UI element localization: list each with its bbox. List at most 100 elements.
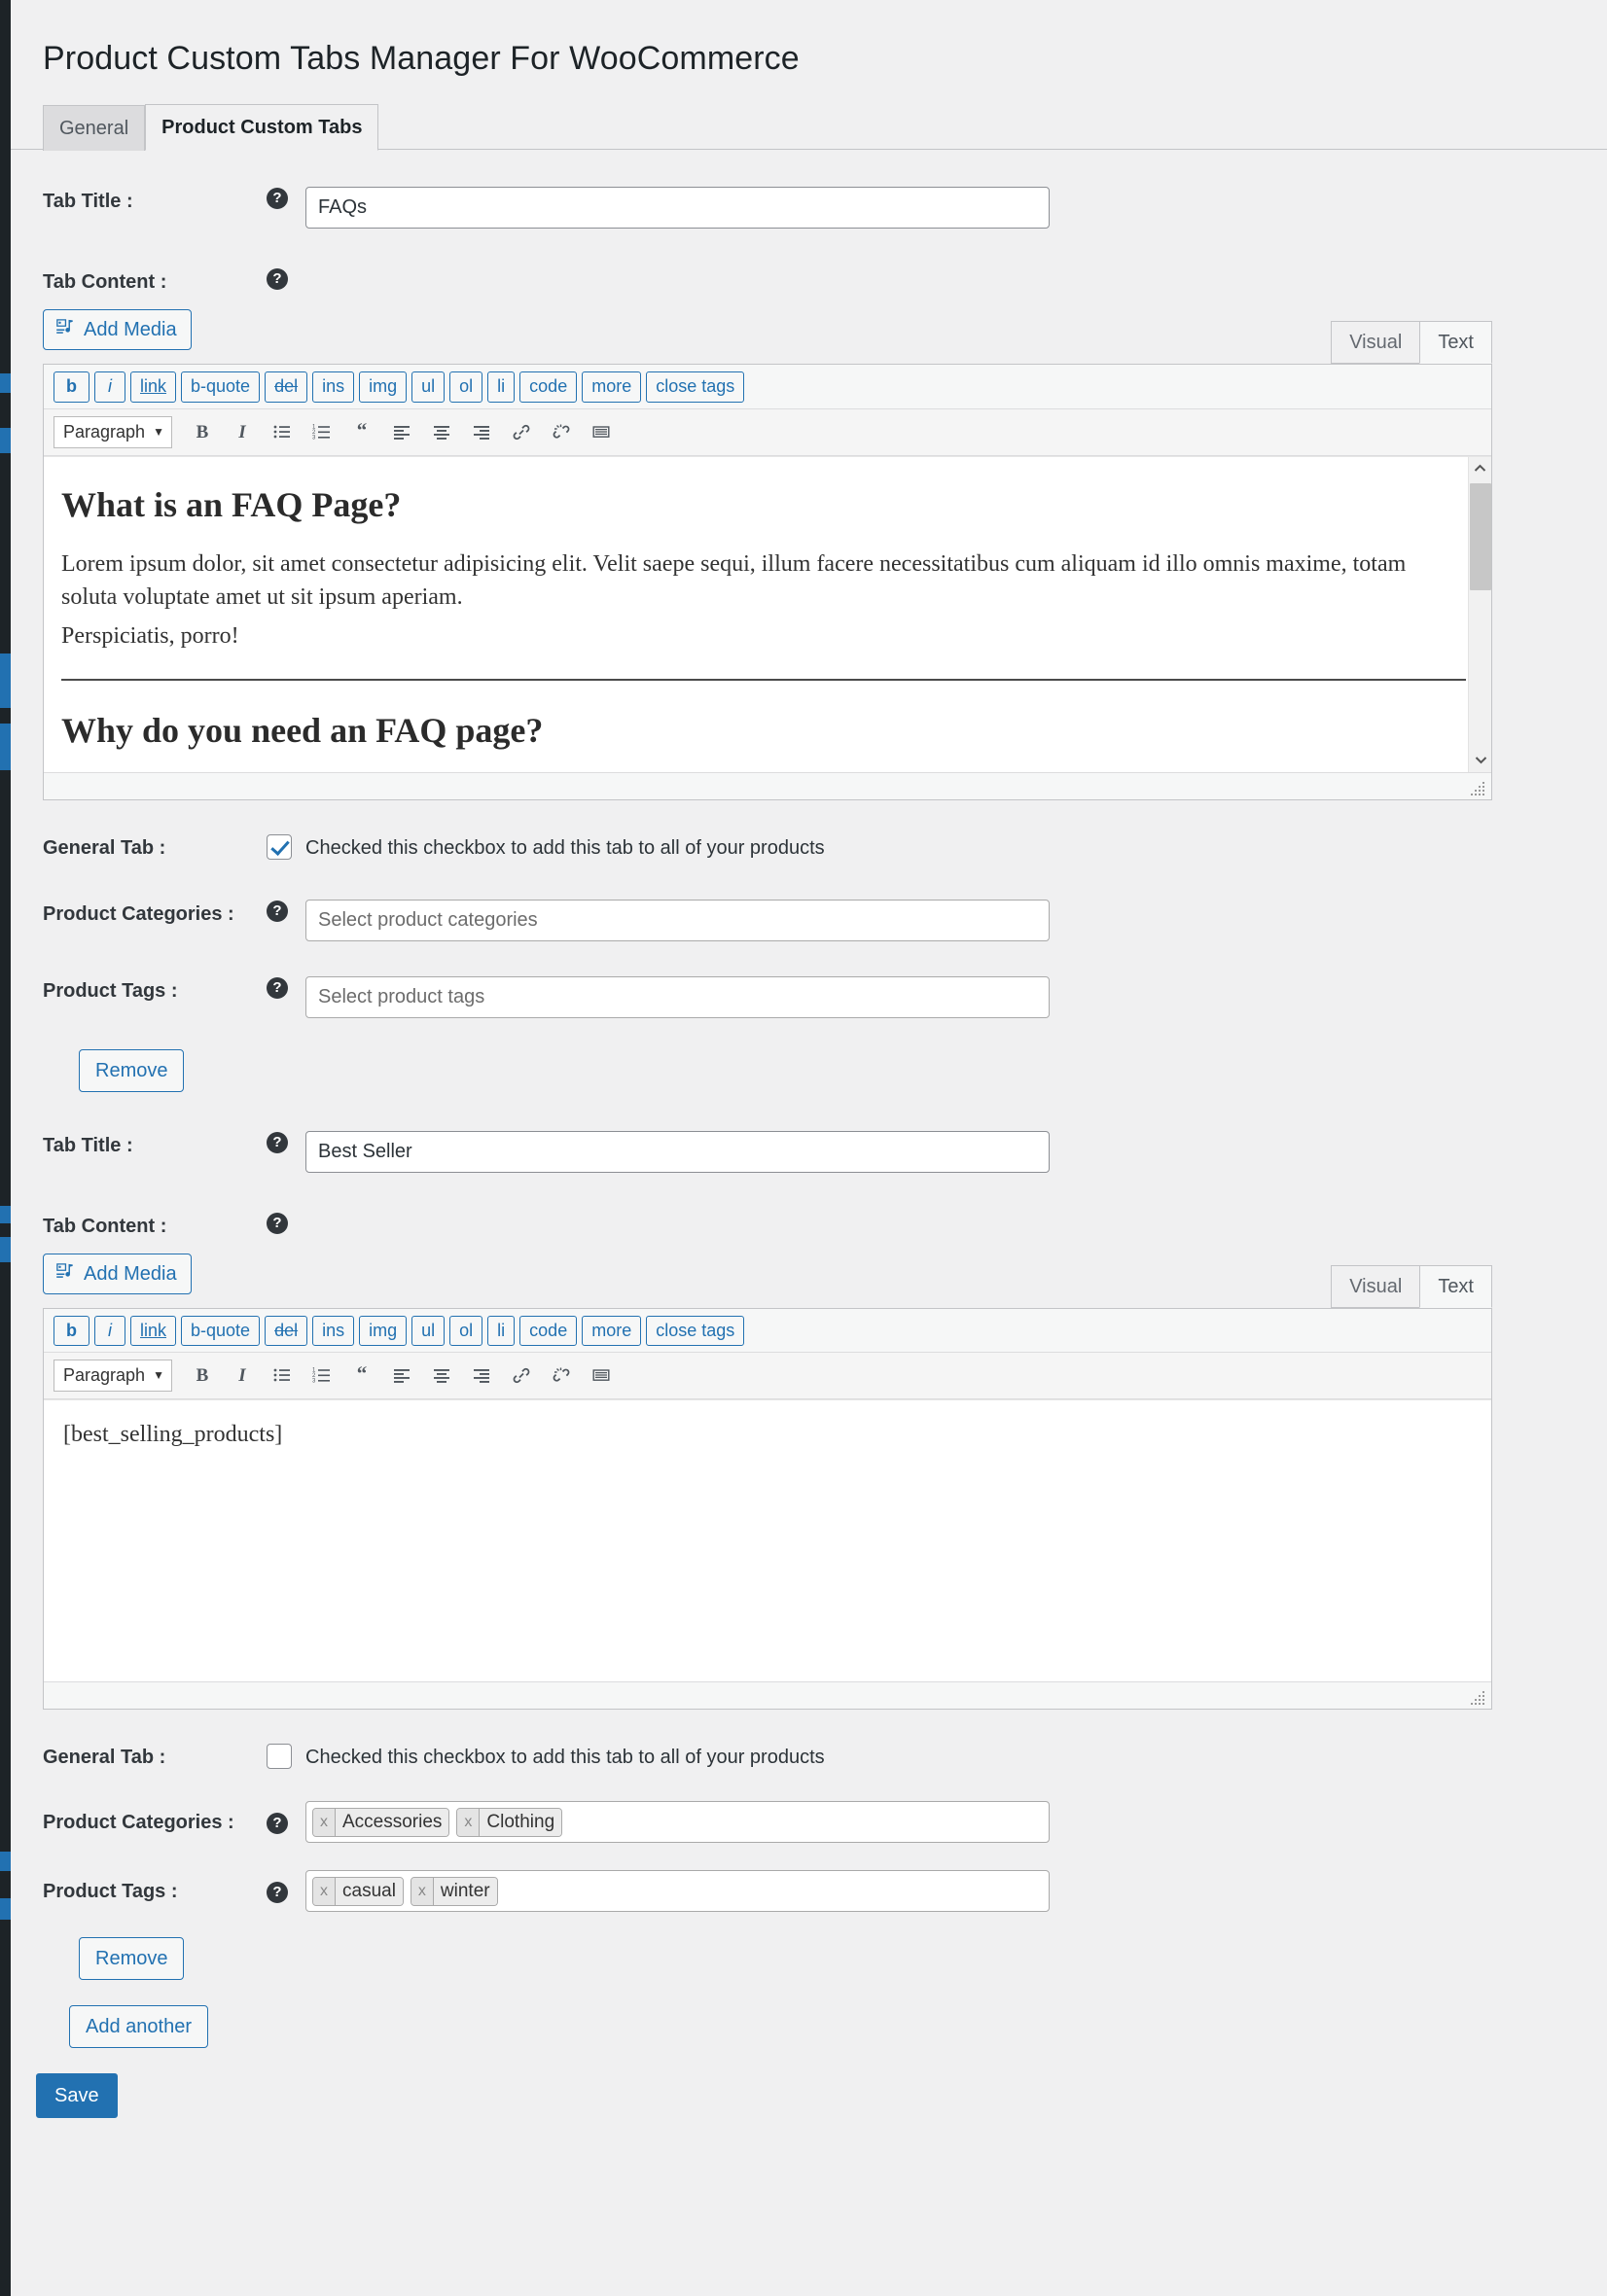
qt-bquote[interactable]: b-quote <box>181 371 260 402</box>
add-media-button[interactable]: Add Media <box>43 309 192 350</box>
tab-title-input-1[interactable] <box>305 187 1050 229</box>
tab-general[interactable]: General <box>43 105 145 151</box>
editor-visual-tab[interactable]: Visual <box>1331 1265 1420 1308</box>
italic-icon[interactable]: I <box>225 1360 260 1392</box>
qt-li[interactable]: li <box>487 371 515 402</box>
editor-text-tab[interactable]: Text <box>1419 1265 1492 1308</box>
bold-icon[interactable]: B <box>185 1360 220 1392</box>
qt-code[interactable]: code <box>519 1316 577 1346</box>
qt-italic[interactable]: i <box>94 371 125 402</box>
remove-link-icon[interactable] <box>544 1360 579 1392</box>
insert-link-icon[interactable] <box>504 416 539 448</box>
help-icon[interactable]: ? <box>267 1813 288 1834</box>
category-token[interactable]: x Accessories <box>312 1808 449 1837</box>
remove-token-icon[interactable]: x <box>411 1878 434 1905</box>
qt-ol[interactable]: ol <box>449 371 482 402</box>
editor-visual-tab[interactable]: Visual <box>1331 321 1420 364</box>
scroll-down-arrow[interactable] <box>1469 749 1492 772</box>
editor-1-content[interactable]: What is an FAQ Page? Lorem ipsum dolor, … <box>44 457 1491 783</box>
qt-link[interactable]: link <box>130 371 176 402</box>
help-icon[interactable]: ? <box>267 268 288 290</box>
qt-link[interactable]: link <box>130 1316 176 1346</box>
help-icon[interactable]: ? <box>267 188 288 209</box>
tag-token[interactable]: x winter <box>411 1877 498 1906</box>
toolbar-toggle-icon[interactable] <box>584 1360 619 1392</box>
remove-token-icon[interactable]: x <box>457 1809 480 1836</box>
product-tags-select-2[interactable]: x casual x winter <box>305 1870 1050 1912</box>
qt-del[interactable]: del <box>265 1316 307 1346</box>
qt-bold[interactable]: b <box>54 1316 89 1346</box>
blockquote-icon[interactable]: “ <box>344 1360 379 1392</box>
qt-more[interactable]: more <box>582 371 641 402</box>
tab-product-custom-tabs[interactable]: Product Custom Tabs <box>145 104 378 151</box>
qt-ul[interactable]: ul <box>411 1316 445 1346</box>
product-tags-row-2: Product Tags : ? x casual x winter <box>11 1870 1607 1912</box>
tab-title-input-2[interactable] <box>305 1131 1050 1173</box>
qt-ins[interactable]: ins <box>312 371 354 402</box>
general-tab-checkbox-2[interactable] <box>267 1744 292 1769</box>
help-icon[interactable]: ? <box>267 1882 288 1903</box>
qt-del[interactable]: del <box>265 371 307 402</box>
qt-ins[interactable]: ins <box>312 1316 354 1346</box>
bold-icon[interactable]: B <box>185 416 220 448</box>
product-tags-select-1[interactable]: Select product tags <box>305 976 1050 1018</box>
tag-token[interactable]: x casual <box>312 1877 404 1906</box>
editor-2-body[interactable]: [best_selling_products] <box>44 1399 1491 1681</box>
editor-1-body[interactable]: What is an FAQ Page? Lorem ipsum dolor, … <box>44 456 1491 772</box>
align-left-icon[interactable] <box>384 1360 419 1392</box>
help-icon[interactable]: ? <box>267 901 288 922</box>
add-another-button[interactable]: Add another <box>69 2005 208 2048</box>
blockquote-icon[interactable]: “ <box>344 416 379 448</box>
general-tab-checkbox-1[interactable] <box>267 834 292 860</box>
align-center-icon[interactable] <box>424 416 459 448</box>
numbered-list-icon[interactable]: 123 <box>304 1360 339 1392</box>
align-right-icon[interactable] <box>464 1360 499 1392</box>
numbered-list-icon[interactable]: 123 <box>304 416 339 448</box>
editor-1-scrollbar[interactable] <box>1468 457 1491 772</box>
qt-more[interactable]: more <box>582 1316 641 1346</box>
remove-token-icon[interactable]: x <box>313 1878 336 1905</box>
help-icon[interactable]: ? <box>267 1213 288 1234</box>
align-right-icon[interactable] <box>464 416 499 448</box>
italic-icon[interactable]: I <box>225 416 260 448</box>
product-categories-select-2[interactable]: x Accessories x Clothing <box>305 1801 1050 1843</box>
editor-resize-handle[interactable] <box>1470 1688 1487 1706</box>
remove-tab-button-2[interactable]: Remove <box>79 1937 184 1980</box>
qt-italic[interactable]: i <box>94 1316 125 1346</box>
add-media-button[interactable]: Add Media <box>43 1254 192 1294</box>
paragraph-format-select[interactable]: Paragraph ▼ <box>54 1360 172 1392</box>
remove-token-icon[interactable]: x <box>313 1809 336 1836</box>
qt-bquote[interactable]: b-quote <box>181 1316 260 1346</box>
remove-tab-button-1[interactable]: Remove <box>79 1049 184 1092</box>
bulleted-list-icon[interactable] <box>265 416 300 448</box>
help-icon[interactable]: ? <box>267 977 288 999</box>
scrollbar-thumb[interactable] <box>1470 483 1491 590</box>
rail-highlight <box>0 373 11 393</box>
general-tab-label-1: General Tab : <box>43 836 267 860</box>
qt-ul[interactable]: ul <box>411 371 445 402</box>
qt-li[interactable]: li <box>487 1316 515 1346</box>
qt-ol[interactable]: ol <box>449 1316 482 1346</box>
insert-link-icon[interactable] <box>504 1360 539 1392</box>
qt-bold[interactable]: b <box>54 371 89 402</box>
category-token[interactable]: x Clothing <box>456 1808 562 1837</box>
qt-img[interactable]: img <box>359 1316 407 1346</box>
help-icon[interactable]: ? <box>267 1132 288 1153</box>
align-center-icon[interactable] <box>424 1360 459 1392</box>
editor-resize-handle[interactable] <box>1470 779 1487 796</box>
scroll-up-arrow[interactable] <box>1469 457 1491 480</box>
qt-close-tags[interactable]: close tags <box>646 371 744 402</box>
add-media-icon <box>54 317 76 342</box>
remove-link-icon[interactable] <box>544 416 579 448</box>
qt-img[interactable]: img <box>359 371 407 402</box>
save-button[interactable]: Save <box>36 2073 118 2118</box>
qt-code[interactable]: code <box>519 371 577 402</box>
toolbar-toggle-icon[interactable] <box>584 416 619 448</box>
product-categories-select-1[interactable]: Select product categories <box>305 900 1050 941</box>
qt-close-tags[interactable]: close tags <box>646 1316 744 1346</box>
editor-text-tab[interactable]: Text <box>1419 321 1492 364</box>
align-left-icon[interactable] <box>384 416 419 448</box>
bulleted-list-icon[interactable] <box>265 1360 300 1392</box>
editor-2-content[interactable]: [best_selling_products] <box>44 1400 1491 1469</box>
paragraph-format-select[interactable]: Paragraph ▼ <box>54 416 172 448</box>
